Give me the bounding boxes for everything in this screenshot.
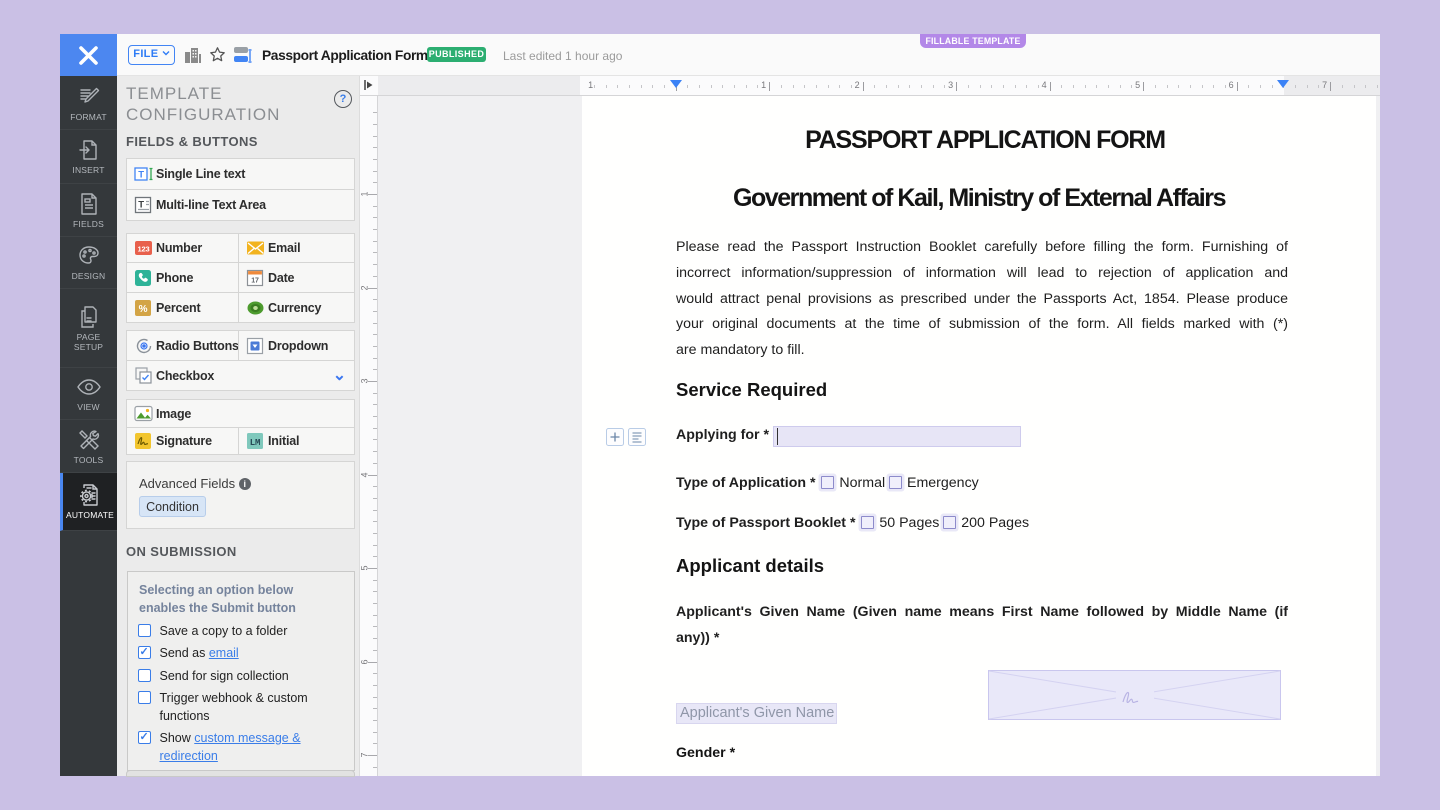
svg-text:17: 17 bbox=[251, 277, 259, 284]
svg-text:T: T bbox=[138, 170, 144, 181]
svg-text:LM: LM bbox=[250, 438, 260, 448]
svg-text:123: 123 bbox=[138, 245, 150, 254]
svg-text:T: T bbox=[138, 200, 144, 211]
svg-text:%: % bbox=[139, 304, 148, 315]
